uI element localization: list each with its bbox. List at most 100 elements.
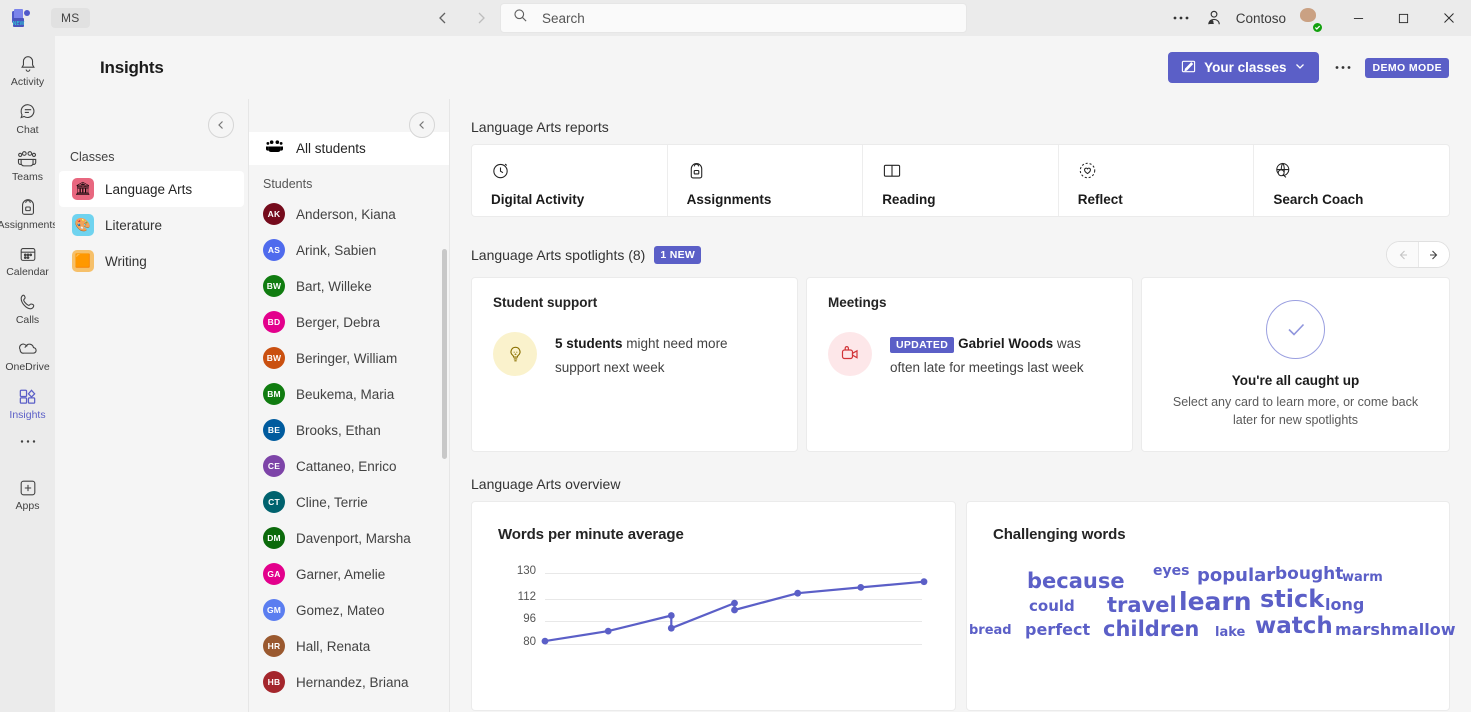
rail-item-onedrive[interactable]: OneDrive <box>0 331 55 379</box>
word-cloud-term[interactable]: long <box>1325 595 1364 614</box>
student-list-item[interactable]: DMDavenport, Marsha <box>249 520 449 556</box>
search-icon <box>513 8 528 28</box>
chart-data-point[interactable] <box>542 638 549 645</box>
student-list-item[interactable]: HRHall, Renata <box>249 628 449 664</box>
word-cloud-term[interactable]: could <box>1029 597 1075 615</box>
word-cloud-term[interactable]: marshmallow <box>1335 620 1455 639</box>
student-list-item[interactable]: ASArink, Sabien <box>249 232 449 268</box>
class-item-language-arts[interactable]: 🏛Language Arts <box>59 171 244 207</box>
words-per-minute-chart: 8096112130 <box>472 565 955 675</box>
rail-item-assignments[interactable]: Assignments <box>0 189 55 237</box>
report-card-assignments[interactable]: Assignments <box>668 145 864 216</box>
carousel-next-button[interactable] <box>1418 242 1449 267</box>
search-bar[interactable]: Search <box>500 3 967 33</box>
chart-data-point[interactable] <box>668 612 675 619</box>
word-cloud-term[interactable]: perfect <box>1025 620 1090 639</box>
chart-data-point[interactable] <box>921 578 928 585</box>
word-cloud-term[interactable]: lake <box>1215 625 1245 640</box>
back-arrow-icon[interactable] <box>430 5 456 31</box>
forward-arrow-icon[interactable] <box>468 5 494 31</box>
org-name[interactable]: Contoso <box>1236 11 1286 26</box>
svg-text:NEW: NEW <box>13 21 25 27</box>
rail-label: Activity <box>11 77 44 89</box>
rail-item-calls[interactable]: Calls <box>0 284 55 332</box>
chart-data-point[interactable] <box>731 600 738 607</box>
reports-section-title: Language Arts reports <box>471 119 1450 135</box>
report-card-search-coach[interactable]: Search Coach <box>1254 145 1449 216</box>
student-avatar: GA <box>263 563 285 585</box>
student-list-item[interactable]: GMGomez, Mateo <box>249 592 449 628</box>
chart-data-point[interactable] <box>857 584 864 591</box>
student-list-item[interactable]: BEBrooks, Ethan <box>249 412 449 448</box>
caught-up-title: You're all caught up <box>1232 373 1359 388</box>
rail-item-chat[interactable]: Chat <box>0 94 55 142</box>
spotlight-card-meetings[interactable]: Meetings UPDATEDGabriel Woods was often … <box>806 277 1133 452</box>
report-card-reading[interactable]: Reading <box>863 145 1059 216</box>
rail-item-calendar[interactable]: Calendar <box>0 236 55 284</box>
word-cloud-term[interactable]: eyes <box>1153 563 1189 579</box>
challenging-words-card[interactable]: Challenging words becauseeyespopularboug… <box>966 501 1450 711</box>
class-icon: 🏛 <box>72 178 94 200</box>
student-list-item[interactable]: CECattaneo, Enrico <box>249 448 449 484</box>
collapse-students-panel-button[interactable] <box>409 112 435 138</box>
word-cloud-term[interactable]: because <box>1027 569 1125 593</box>
student-avatar: BW <box>263 275 285 297</box>
spotlight-highlight: 5 students <box>555 336 623 351</box>
spotlight-card-caught-up: You're all caught up Select any card to … <box>1141 277 1450 452</box>
overview-section-title: Language Arts overview <box>471 476 1450 492</box>
rail-item-apps[interactable]: Apps <box>0 470 55 518</box>
student-list-item[interactable]: AKAnderson, Kiana <box>249 196 449 232</box>
rail-item-teams[interactable]: Teams <box>0 141 55 189</box>
people-notification-icon[interactable] <box>1198 0 1232 36</box>
word-cloud-term[interactable]: children <box>1103 617 1199 641</box>
word-cloud-term[interactable]: warm <box>1342 570 1383 585</box>
rail-item-activity[interactable]: Activity <box>0 46 55 94</box>
chat-icon <box>18 101 38 123</box>
rail-label: Chat <box>16 125 38 137</box>
student-list-item[interactable]: BWBeringer, William <box>249 340 449 376</box>
maximize-icon[interactable] <box>1381 0 1426 36</box>
close-icon[interactable] <box>1426 0 1471 36</box>
org-chip[interactable]: MS <box>51 8 90 28</box>
class-item-literature[interactable]: 🎨Literature <box>59 207 244 243</box>
chart-data-point[interactable] <box>794 590 801 597</box>
student-name: Cattaneo, Enrico <box>296 459 397 474</box>
class-item-writing[interactable]: 🟧Writing <box>59 243 244 279</box>
word-cloud-term[interactable]: bought <box>1275 564 1343 584</box>
presence-available-icon <box>1312 22 1323 33</box>
report-card-digital-activity[interactable]: Digital Activity <box>472 145 668 216</box>
more-options-icon[interactable] <box>1164 0 1198 36</box>
chart-data-point[interactable] <box>605 628 612 635</box>
carousel-prev-button[interactable] <box>1387 242 1418 267</box>
word-cloud-term[interactable]: learn <box>1179 587 1252 616</box>
chart-data-point[interactable] <box>731 607 738 614</box>
page-more-options-icon[interactable] <box>1325 52 1361 84</box>
student-list-item[interactable]: BWBart, Willeke <box>249 268 449 304</box>
student-list-item[interactable]: HBHernandez, Briana <box>249 664 449 700</box>
spotlight-card-student-support[interactable]: Student support 5 students might need mo… <box>471 277 798 452</box>
minimize-icon[interactable] <box>1336 0 1381 36</box>
avatar[interactable] <box>1294 4 1322 32</box>
rail-item-insights[interactable]: Insights <box>0 379 55 427</box>
words-per-minute-card[interactable]: Words per minute average 8096112130 <box>471 501 956 711</box>
word-cloud-term[interactable]: popular <box>1197 565 1275 586</box>
rail-more-icon[interactable] <box>19 426 37 456</box>
chart-card-title: Words per minute average <box>472 502 955 543</box>
word-cloud-term[interactable]: travel <box>1107 593 1177 617</box>
overview-cards: Words per minute average 8096112130 Chal… <box>471 501 1450 711</box>
updated-chip: UPDATED <box>890 337 954 353</box>
chart-data-point[interactable] <box>668 625 675 632</box>
student-list-item[interactable]: BDBerger, Debra <box>249 304 449 340</box>
collapse-classes-panel-button[interactable] <box>208 112 234 138</box>
rail-label: Teams <box>12 172 43 184</box>
report-card-reflect[interactable]: Reflect <box>1059 145 1255 216</box>
student-list-item[interactable]: GAGarner, Amelie <box>249 556 449 592</box>
word-cloud-term[interactable]: bread <box>969 623 1012 638</box>
word-cloud-term[interactable]: stick <box>1260 585 1324 613</box>
student-list-item[interactable]: BMBeukema, Maria <box>249 376 449 412</box>
students-scrollbar[interactable] <box>442 249 447 459</box>
search-input-placeholder: Search <box>542 11 585 26</box>
your-classes-button[interactable]: Your classes <box>1168 52 1319 83</box>
student-list-item[interactable]: CTCline, Terrie <box>249 484 449 520</box>
word-cloud-term[interactable]: watch <box>1255 613 1333 639</box>
